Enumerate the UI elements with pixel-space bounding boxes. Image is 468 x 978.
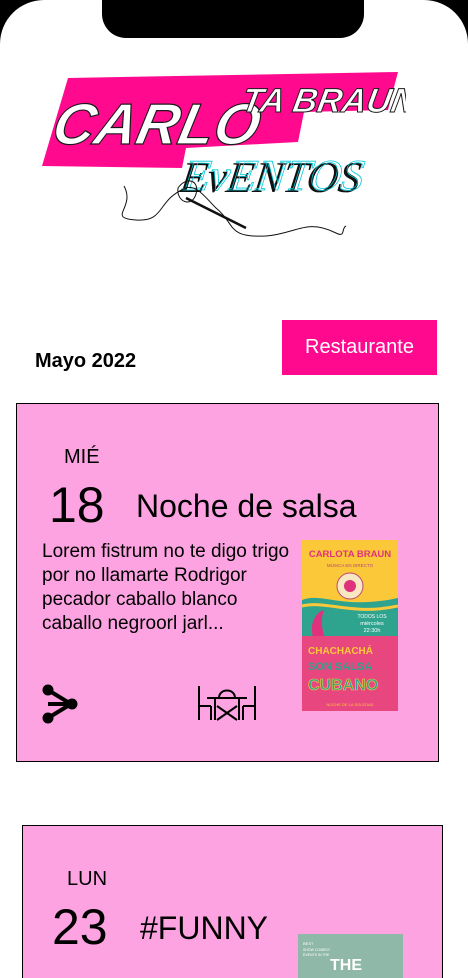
event-poster[interactable]: BEST SHOW COMEDY EVENTS IN THE THE bbox=[298, 934, 403, 978]
event-day: 18 bbox=[49, 477, 105, 533]
event-poster[interactable]: CARLOTA BRAUN MÚSICA EN DIRECTO TODOS LO… bbox=[302, 540, 398, 711]
svg-text:NOCHE DE LA SOLEDAD: NOCHE DE LA SOLEDAD bbox=[326, 702, 373, 707]
svg-text:MÚSICA EN DIRECTO: MÚSICA EN DIRECTO bbox=[327, 562, 374, 568]
event-title: #FUNNY bbox=[140, 910, 269, 946]
event-card[interactable]: LUN 23 #FUNNY BEST SHOW COMEDY EVENTS IN… bbox=[22, 825, 443, 978]
svg-text:TODOS LOS: TODOS LOS bbox=[357, 614, 387, 620]
event-title: Noche de salsa bbox=[136, 488, 357, 524]
event-weekday: LUN bbox=[67, 868, 108, 890]
svg-text:EvENTOS: EvENTOS bbox=[179, 151, 367, 200]
event-day: 23 bbox=[52, 899, 108, 955]
share-icon[interactable] bbox=[41, 684, 79, 724]
event-weekday: MIÉ bbox=[64, 446, 100, 468]
phone-screen: CARLO TA BRAUN EvENTOS EvENTOS Mayo 2022… bbox=[0, 0, 468, 978]
svg-text:SHOW COMEDY: SHOW COMEDY bbox=[303, 948, 331, 952]
poster-brand: CARLOTA BRAUN bbox=[309, 549, 391, 560]
svg-text:CUBANO: CUBANO bbox=[308, 677, 378, 694]
svg-text:22:30h: 22:30h bbox=[364, 628, 381, 634]
brand-logo: CARLO TA BRAUN EvENTOS EvENTOS bbox=[36, 68, 421, 248]
svg-text:BEST: BEST bbox=[303, 941, 314, 946]
event-description: Lorem fistrum no te digo trigo por no ll… bbox=[42, 541, 290, 634]
table-reservation-icon[interactable] bbox=[195, 684, 259, 724]
svg-text:TA BRAUN: TA BRAUN bbox=[239, 82, 406, 120]
month-heading: Mayo 2022 bbox=[35, 350, 137, 372]
device-notch bbox=[102, 0, 364, 38]
svg-text:CARLO: CARLO bbox=[47, 93, 267, 157]
svg-text:EVENTS IN THE: EVENTS IN THE bbox=[303, 953, 330, 957]
svg-text:CHACHACHÁ: CHACHACHÁ bbox=[308, 644, 373, 657]
svg-text:SON SALSA: SON SALSA bbox=[308, 661, 372, 673]
event-card[interactable]: MIÉ 18 Noche de salsa Lorem fistrum no t… bbox=[16, 403, 439, 762]
svg-text:miércoles: miércoles bbox=[360, 621, 384, 627]
restaurant-button[interactable]: Restaurante bbox=[282, 320, 437, 375]
poster-headline: THE bbox=[330, 957, 362, 974]
